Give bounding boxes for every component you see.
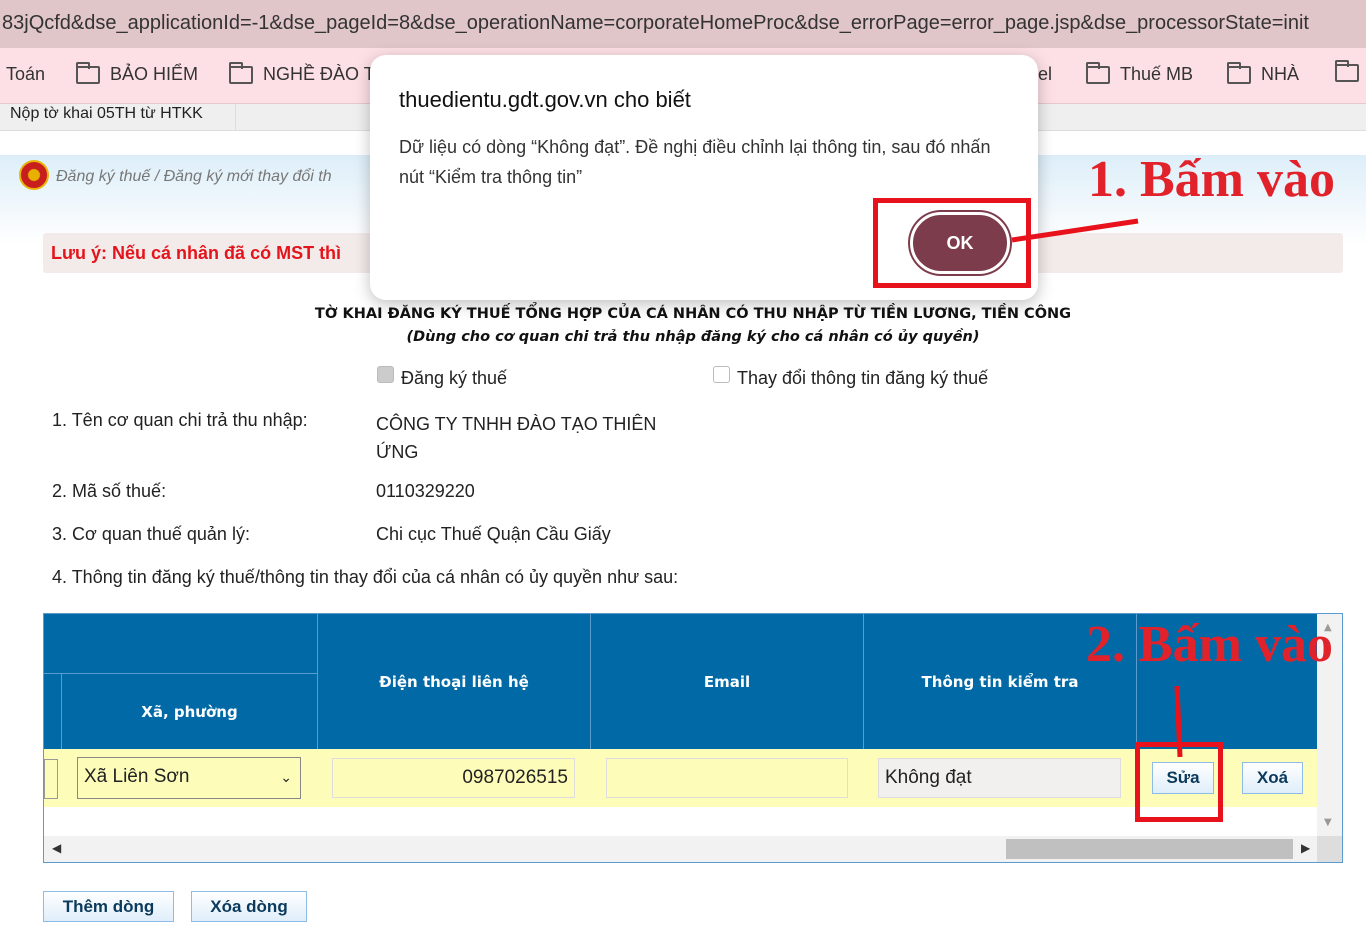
annotation-box-edit [1135,742,1223,822]
annotation-step2: 2. Bấm vào [1086,616,1333,673]
annotation-line-1 [1011,218,1139,243]
